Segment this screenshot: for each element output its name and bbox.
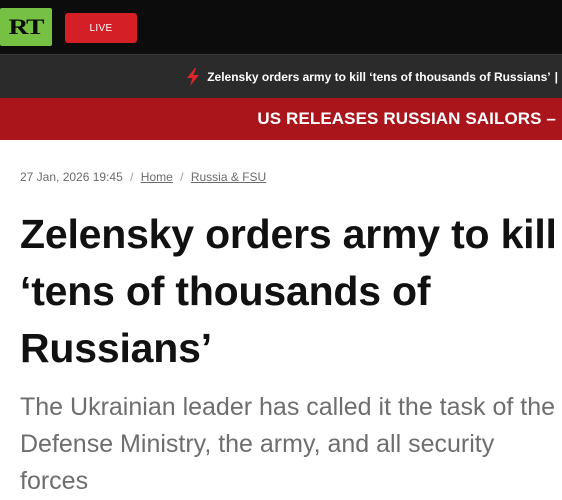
- ticker-separator: |: [554, 69, 558, 84]
- live-button[interactable]: LIVE: [65, 13, 137, 43]
- ticker-content: Zelensky orders army to kill ‘tens of th…: [186, 55, 558, 98]
- article-title: Zelensky orders army to kill ‘tens of th…: [20, 211, 557, 371]
- rt-logo[interactable]: RT: [0, 8, 52, 46]
- publish-timestamp: 27 Jan, 2026 19:45: [20, 170, 123, 184]
- breaking-news-text[interactable]: US RELEASES RUSSIAN SAILORS –: [257, 109, 556, 129]
- article-summary: The Ukrainian leader has called it the t…: [20, 393, 556, 495]
- breadcrumb-separator: /: [130, 170, 134, 184]
- breadcrumb-category-link[interactable]: Russia & FSU: [191, 170, 266, 184]
- breaking-news-banner[interactable]: US RELEASES RUSSIAN SAILORS –: [0, 98, 562, 140]
- news-ticker: Zelensky orders army to kill ‘tens of th…: [0, 54, 562, 98]
- breadcrumb-separator: /: [180, 170, 184, 184]
- lightning-bolt-icon: [187, 67, 200, 86]
- article-meta: 27 Jan, 2026 19:45 / Home / Russia & FSU: [20, 170, 266, 184]
- logo-text: RT: [8, 14, 45, 39]
- top-navigation-bar: RT LIVE: [0, 0, 562, 54]
- breadcrumb-home-link[interactable]: Home: [141, 170, 173, 184]
- ticker-headline-link[interactable]: Zelensky orders army to kill ‘tens of th…: [207, 70, 550, 84]
